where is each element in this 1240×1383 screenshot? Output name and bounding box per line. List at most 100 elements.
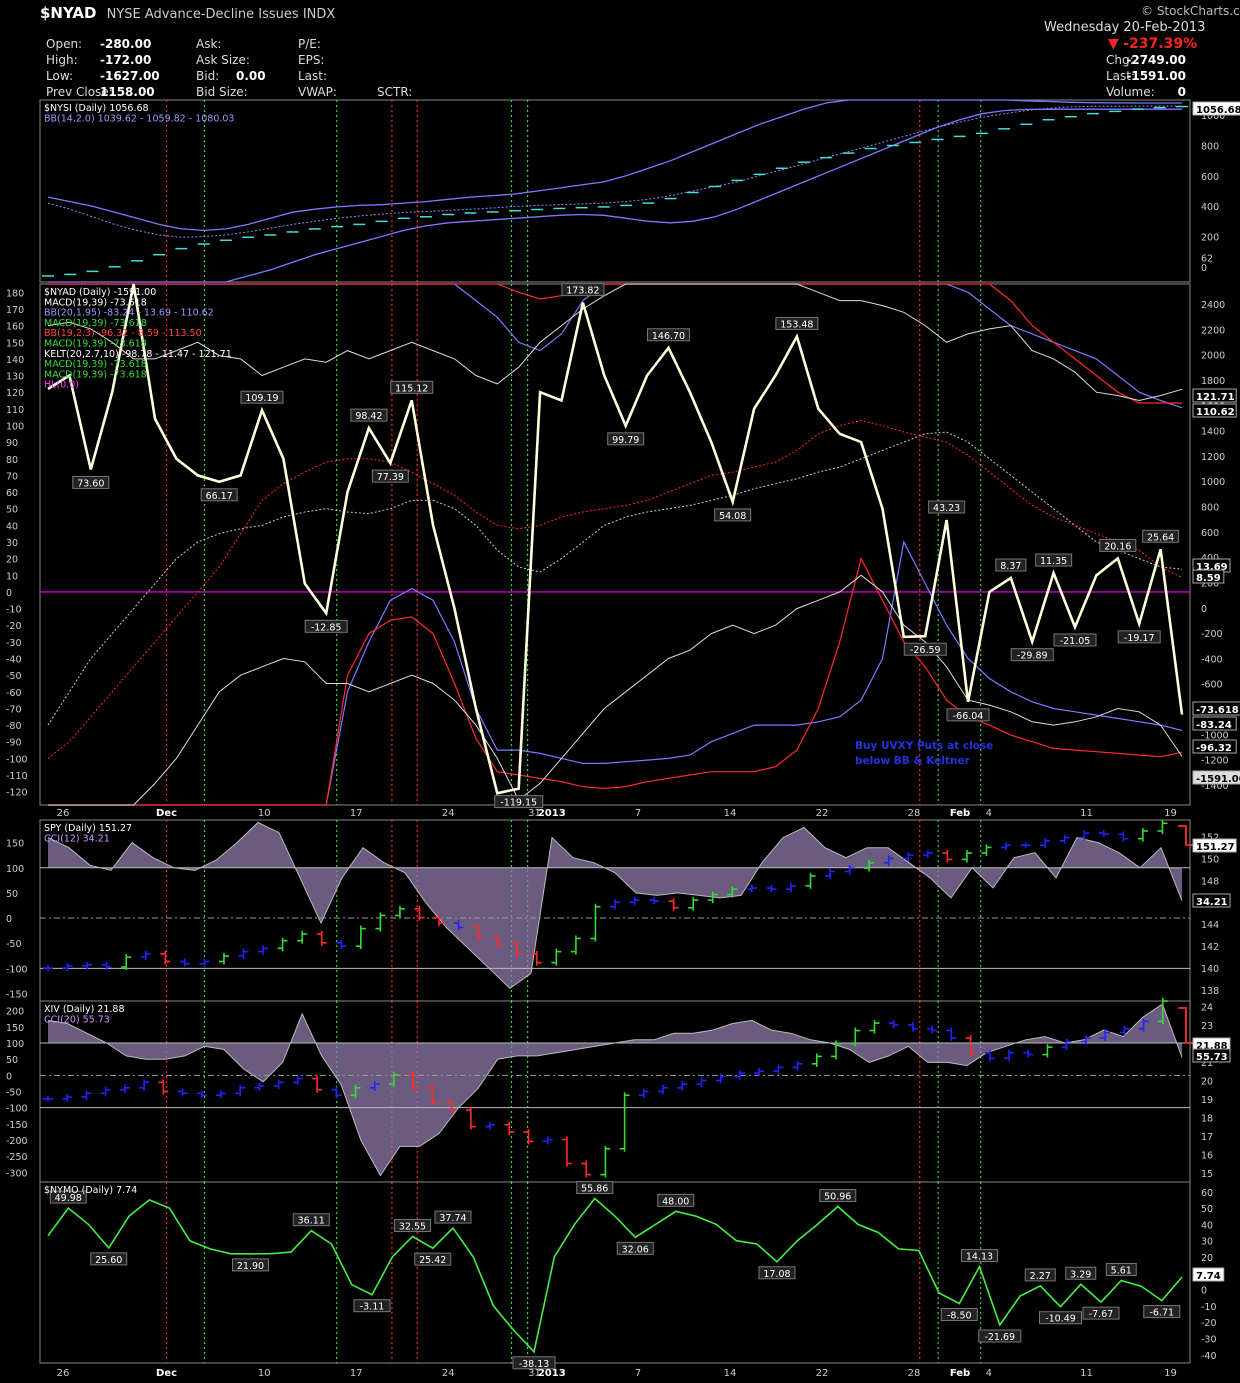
y-tick-right: -40 [1201, 1351, 1217, 1362]
y-tick-left: 60 [6, 488, 18, 499]
y-tick-left: 100 [6, 864, 24, 875]
spy-last-label: 151.27 [1192, 838, 1237, 853]
y-tick-left: -250 [6, 1152, 28, 1163]
value-label: 25.42 [419, 1255, 446, 1266]
x-tick: 14 [724, 808, 737, 819]
y-tick-left: 70 [6, 471, 18, 482]
y-tick-left: -50 [6, 1088, 22, 1099]
x-tick-bottom: 7 [635, 1368, 641, 1379]
sctr-label: SCTR: [377, 85, 413, 99]
value-label: 37.74 [439, 1213, 466, 1224]
y-tick-left: -30 [6, 638, 22, 649]
value-label: 146.70 [652, 331, 685, 342]
watermark: © StockCharts.com [1141, 4, 1240, 18]
y-tick-right: 1000 [1201, 477, 1225, 488]
value-label: -119.15 [500, 798, 537, 809]
value-label: 36.11 [298, 1216, 325, 1227]
last-value-text: 1056.68 [1196, 105, 1240, 116]
nyad-last-label: 110.62 [1192, 403, 1237, 418]
x-tick-bottom: 17 [350, 1368, 363, 1379]
last-value-text: -83.24 [1196, 720, 1232, 731]
quote-label: EPS: [298, 53, 325, 67]
symbol: $NYAD [40, 4, 97, 22]
x-tick: Feb [950, 808, 970, 819]
y-tick-right: 24 [1201, 1003, 1213, 1014]
y-tick-right: 15 [1201, 1169, 1213, 1180]
y-tick-right: 800 [1201, 503, 1219, 514]
y-tick-right: 20 [1201, 1076, 1213, 1087]
y-tick-left: 180 [6, 288, 24, 299]
down-arrow-icon: ▼ [1108, 36, 1119, 52]
x-tick: 26 [57, 808, 70, 819]
last-value-text: -1591.00 [1196, 774, 1240, 785]
y-tick-left: -110 [6, 771, 28, 782]
y-tick-left: -50 [6, 939, 22, 950]
x-tick: 22 [816, 808, 829, 819]
y-tick-left: -60 [6, 688, 22, 699]
y-tick-left: 150 [6, 839, 24, 850]
last-value-text: 121.71 [1196, 392, 1235, 403]
y-tick-left: 200 [6, 1007, 24, 1018]
quote-label: Ask: [196, 37, 222, 51]
y-tick-right: 600 [1201, 528, 1219, 539]
y-tick-right: 19 [1201, 1095, 1213, 1106]
last-value-text: -73.618 [1196, 705, 1239, 716]
x-tick-bottom: Dec [156, 1368, 177, 1379]
annotation-text: below BB & Keltner [855, 755, 971, 767]
quote-label: High: [46, 53, 78, 67]
y-tick-left: 40 [6, 521, 18, 532]
y-tick-right: 0 [1201, 1286, 1207, 1297]
y-tick-right: 148 [1201, 876, 1219, 887]
y-tick-right: 2200 [1201, 325, 1225, 336]
y-tick-right: 2400 [1201, 300, 1225, 311]
value-label: 153.48 [780, 319, 813, 330]
x-tick-bottom: 2013 [538, 1368, 566, 1379]
x-tick: 7 [635, 808, 641, 819]
panel-spy [39, 819, 1191, 1002]
value-label: -3.11 [360, 1302, 385, 1313]
value-label: -19.17 [1124, 633, 1155, 644]
value-label: 109.19 [245, 393, 278, 404]
spy-cci-label: 34.21 [1192, 893, 1231, 908]
y-tick-right: 1400 [1201, 427, 1225, 438]
value-label: 173.82 [566, 286, 599, 297]
y-tick-right: -20 [1201, 1318, 1217, 1329]
last-value-text: 110.62 [1196, 407, 1235, 418]
y-tick-right: 20 [1201, 1253, 1213, 1264]
x-tick: 17 [350, 808, 363, 819]
y-tick-left: 0 [6, 1071, 12, 1082]
y-tick-left: -100 [6, 754, 28, 765]
value-label: 55.86 [581, 1184, 608, 1195]
last-value-text: -96.32 [1196, 743, 1232, 754]
y-tick-left: 170 [6, 305, 24, 316]
quote-right-value: 0 [1177, 85, 1186, 99]
x-tick-bottom: 11 [1080, 1368, 1093, 1379]
y-tick-left: 50 [6, 505, 18, 516]
x-tick-bottom: 26 [57, 1368, 70, 1379]
nysi-last-label: 1056.68 [1192, 101, 1240, 116]
change-percent: ▼ -237.39% [1108, 36, 1197, 52]
y-tick-right: 1800 [1201, 376, 1225, 387]
symbol-name: NYSE Advance-Decline Issues [106, 7, 299, 22]
value-label: 21.90 [237, 1261, 264, 1272]
y-tick-left: -40 [6, 655, 22, 666]
y-tick-left: -150 [6, 989, 28, 1000]
nyad-last-label: 8.59 [1192, 569, 1225, 584]
y-tick-right: 140 [1201, 964, 1219, 975]
value-label: 25.64 [1147, 532, 1174, 543]
y-tick-left: 110 [6, 405, 24, 416]
annotation-text: Buy UVXY Puts at close [855, 740, 993, 752]
y-tick-right: 18 [1201, 1113, 1213, 1124]
exchange: INDX [302, 7, 336, 22]
nymo-last-label: 7.74 [1192, 1267, 1225, 1282]
y-tick-left: -70 [6, 704, 22, 715]
y-tick-right: -600 [1201, 680, 1223, 691]
value-label: 25.60 [95, 1255, 122, 1266]
y-tick-left: 0 [6, 914, 12, 925]
quote-value: -172.00 [100, 53, 152, 67]
y-tick-left: -10 [6, 605, 22, 616]
x-tick: 19 [1164, 808, 1177, 819]
value-label: 50.96 [824, 1192, 851, 1203]
quote-label: Low: [46, 69, 74, 83]
x-tick: 10 [258, 808, 271, 819]
